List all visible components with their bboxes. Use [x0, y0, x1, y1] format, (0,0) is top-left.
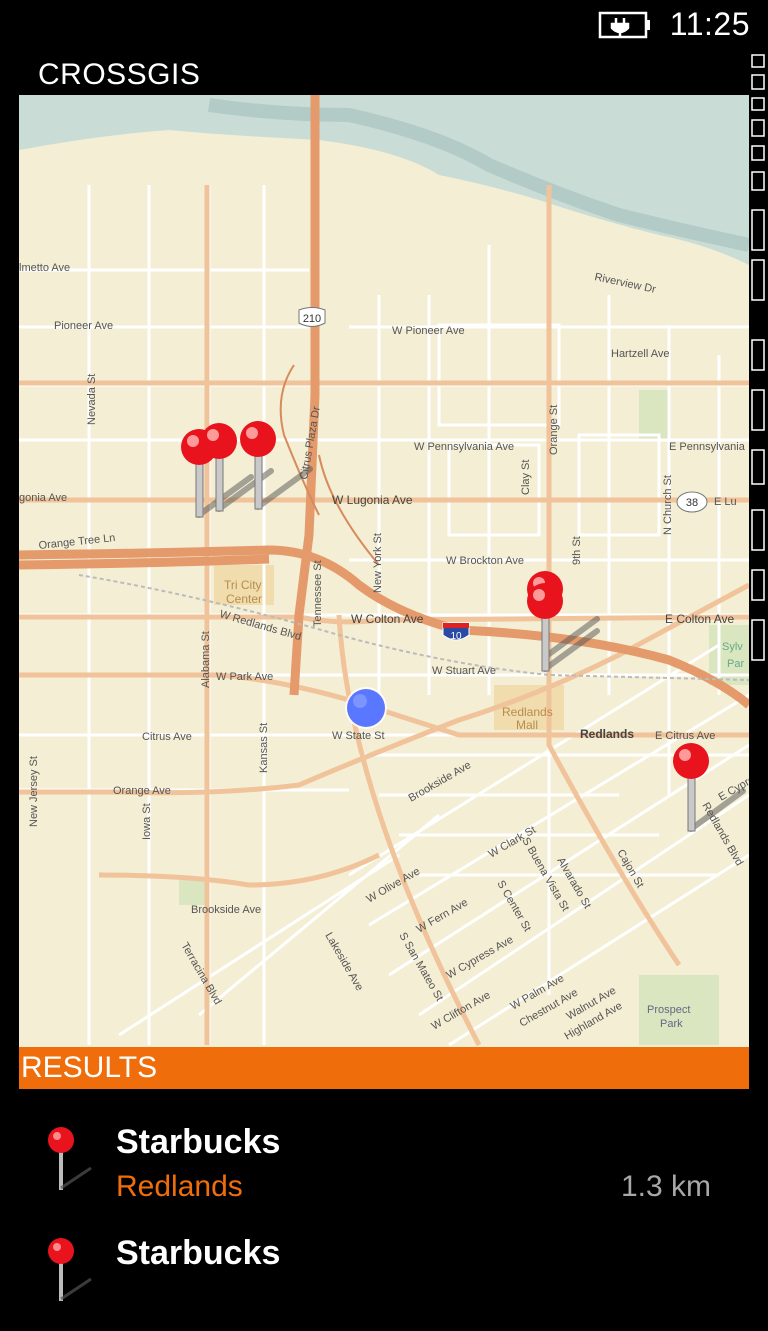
street-label: gonia Ave — [19, 492, 67, 504]
street-label: Kansas St — [258, 723, 270, 773]
svg-text:10: 10 — [450, 631, 462, 642]
street-label: Hartzell Ave — [611, 348, 670, 360]
street-label: Brookside Ave — [191, 904, 261, 916]
street-label: Clay St — [520, 460, 532, 495]
street-label: Riverview Dr — [593, 271, 657, 296]
app-title: CROSSGIS — [38, 58, 201, 91]
battery-charging-icon — [598, 11, 650, 39]
street-label: W Pennsylvania Ave — [414, 441, 514, 453]
street-label: Center — [226, 592, 262, 606]
result-item[interactable]: Starbucks — [19, 1221, 749, 1331]
street-label: Park — [660, 1018, 683, 1030]
street-label: W Park Ave — [216, 671, 273, 683]
street-label: Mall — [516, 718, 538, 732]
street-label: Tri City — [224, 578, 262, 592]
map-pin-marker[interactable] — [240, 421, 313, 510]
street-label: W Stuart Ave — [432, 665, 496, 677]
street-label: Alabama St — [200, 631, 212, 688]
street-label: Orange Tree Ln — [38, 532, 116, 552]
street-label: lmetto Ave — [19, 262, 70, 274]
svg-text:210: 210 — [303, 313, 321, 325]
i-10-shield: 10 — [442, 622, 470, 642]
street-label: W State St — [332, 730, 385, 742]
street-label: W Colton Ave — [351, 612, 424, 626]
street-label: Nevada St — [86, 374, 98, 425]
street-label: New Jersey St — [28, 756, 40, 827]
street-label: Prospect — [647, 1004, 690, 1016]
street-label: Brookside Ave — [407, 759, 474, 804]
street-label: 9th St — [571, 536, 583, 565]
street-label: Citrus Ave — [142, 731, 192, 743]
result-city: Redlands — [116, 1170, 243, 1203]
street-label: E Pennsylvania — [669, 441, 746, 453]
street-label: Pioneer Ave — [54, 320, 113, 332]
street-label: E Colton Ave — [665, 612, 734, 626]
map-view[interactable]: 210 10 38 lmetto Ave Pioneer Ave W Pione… — [19, 95, 749, 1047]
result-name: Starbucks — [116, 1234, 281, 1272]
status-clock: 11:25 — [669, 6, 750, 42]
street-label: E Citrus Ave — [655, 730, 715, 742]
map-pin-icon — [48, 1127, 92, 1190]
street-label: Orange St — [548, 405, 560, 455]
street-label: W Brockton Ave — [446, 555, 524, 567]
results-header: RESULTS — [19, 1047, 749, 1089]
result-item[interactable]: Starbucks Redlands 1.3 km — [19, 1110, 749, 1220]
edge-strip — [751, 54, 765, 661]
street-label: Redlands — [502, 705, 553, 719]
railroad — [78, 574, 749, 681]
status-bar: 11:25 — [0, 0, 768, 50]
current-location-marker[interactable] — [345, 687, 387, 729]
street-label: Par — [727, 658, 744, 670]
park-area — [639, 390, 669, 440]
street-label: Redlands Blvd — [699, 801, 745, 868]
result-name: Starbucks — [116, 1123, 281, 1161]
street-label: Tennessee St — [312, 560, 324, 627]
street-label: W Pioneer Ave — [392, 325, 465, 337]
map-pin-icon — [48, 1238, 92, 1301]
street-label: Sylv — [722, 641, 743, 653]
street-label: N Church St — [662, 475, 674, 535]
hwy-38-shield: 38 — [676, 491, 708, 513]
street-label: Orange Ave — [113, 785, 171, 797]
street-label: W Lugonia Ave — [332, 493, 413, 507]
svg-text:38: 38 — [686, 497, 698, 509]
freeway-ramps — [279, 364, 380, 566]
map-canvas[interactable]: 210 10 38 lmetto Ave Pioneer Ave W Pione… — [19, 95, 749, 1047]
hwy-210-shield: 210 — [298, 307, 326, 327]
street-label: Iowa St — [141, 803, 153, 840]
street-label: Redlands — [580, 727, 634, 741]
street-label: Lakeside Ave — [322, 931, 365, 994]
result-distance: 1.3 km — [620, 1170, 711, 1203]
street-label: New York St — [372, 533, 384, 593]
results-title: RESULTS — [21, 1051, 158, 1084]
street-label: E Lu — [714, 496, 737, 508]
